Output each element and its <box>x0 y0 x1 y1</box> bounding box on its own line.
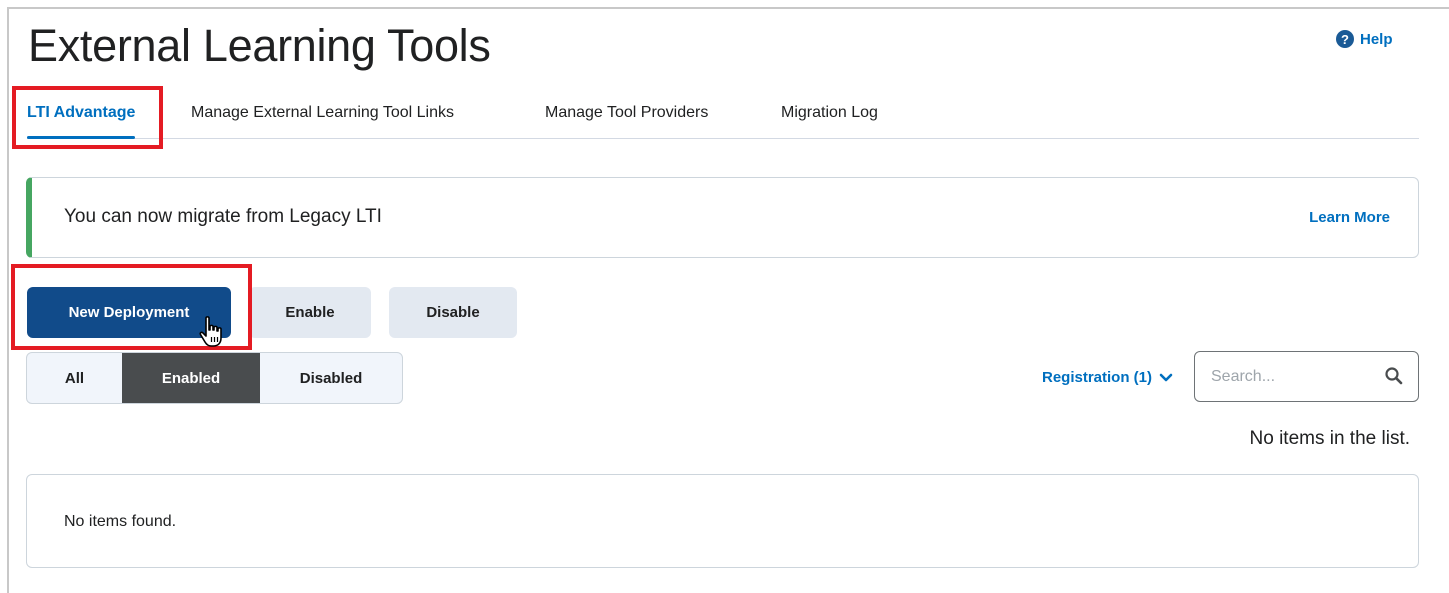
hand-pointer-cursor-icon <box>199 316 222 347</box>
highlight-box-tab <box>12 86 163 149</box>
chevron-down-icon <box>1159 373 1173 381</box>
tab-migration-log[interactable]: Migration Log <box>781 104 878 122</box>
alert-message: You can now migrate from Legacy LTI <box>64 206 382 227</box>
filter-all[interactable]: All <box>27 353 122 403</box>
page-title: External Learning Tools <box>28 20 491 71</box>
migration-alert: You can now migrate from Legacy LTI Lear… <box>26 177 1419 258</box>
tab-label: Migration Log <box>781 104 878 121</box>
empty-state-text: No items found. <box>64 513 177 530</box>
tab-manage-external-learning-tool-links[interactable]: Manage External Learning Tool Links <box>191 104 454 122</box>
list-count-text: No items in the list. <box>1249 428 1411 449</box>
enable-button[interactable]: Enable <box>249 287 371 338</box>
magnifier-icon[interactable] <box>1384 366 1404 386</box>
status-filter-group: All Enabled Disabled <box>26 352 403 404</box>
tab-label: Manage Tool Providers <box>545 104 709 121</box>
learn-more-link[interactable]: Learn More <box>1309 209 1390 226</box>
help-label: Help <box>1360 30 1393 48</box>
tab-manage-tool-providers[interactable]: Manage Tool Providers <box>545 104 708 122</box>
filter-enabled[interactable]: Enabled <box>122 353 260 403</box>
tab-label: Manage External Learning Tool Links <box>191 104 454 121</box>
filter-disabled[interactable]: Disabled <box>260 353 402 403</box>
help-circle-icon: ? <box>1336 30 1354 48</box>
search-box <box>1194 351 1419 402</box>
tab-bar: LTI Advantage Manage External Learning T… <box>27 96 1419 139</box>
registration-filter-dropdown[interactable]: Registration (1) <box>1042 369 1173 386</box>
search-input[interactable] <box>1211 364 1371 390</box>
help-link[interactable]: ? Help <box>1336 30 1393 48</box>
registration-filter-label: Registration (1) <box>1042 369 1153 386</box>
disable-button[interactable]: Disable <box>389 287 517 338</box>
results-panel: No items found. <box>26 474 1419 568</box>
